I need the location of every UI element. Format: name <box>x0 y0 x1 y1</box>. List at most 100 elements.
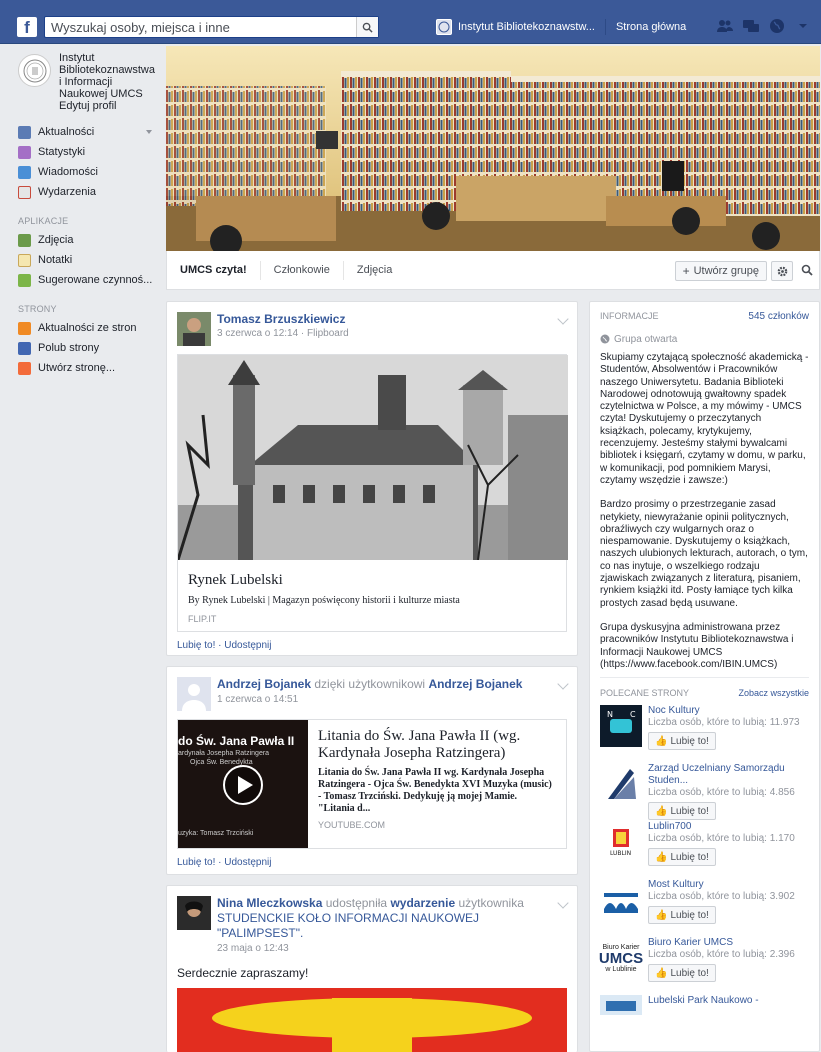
post-body: Serdecznie zapraszamy! <box>177 966 309 980</box>
page-name-link[interactable]: Biuro Karier UMCS <box>648 937 795 949</box>
page-name-link[interactable]: Zarząd Uczelniany Samorządu Studen... <box>648 763 809 787</box>
chevron-down-icon[interactable] <box>146 130 152 134</box>
profile-name[interactable]: Instytut Bibliotekoznawstwa i Informacji… <box>59 52 155 100</box>
top-bar: f Instytut Bibliotekoznawstw... Strona g… <box>0 0 821 44</box>
event-organizer-link[interactable]: STUDENCKIE KOŁO INFORMACJI NAUKOWEJ "PAL… <box>217 911 557 941</box>
like-page-button[interactable]: 👍 Lubię to! <box>648 848 716 867</box>
post-actions[interactable]: Lubię to! · Udostępnij <box>167 632 577 659</box>
shared-video[interactable]: do Św. Jana Pawła II ardynała Josepha Ra… <box>177 719 567 849</box>
see-all-link[interactable]: Zobacz wszystkie <box>738 688 809 705</box>
gear-icon <box>777 266 787 276</box>
sidebar-item-suggested[interactable]: Sugerowane czynnoś... <box>18 270 158 290</box>
svg-text:N: N <box>607 710 613 719</box>
sidebar-item-news[interactable]: Aktualności <box>18 122 158 142</box>
home-link[interactable]: Strona główna <box>616 21 686 33</box>
search-group-icon[interactable] <box>801 264 813 276</box>
chevron-down-icon[interactable] <box>557 313 569 325</box>
plus-icon: + <box>682 264 690 278</box>
post-card: Nina Mleczkowska udostępniła wydarzenie … <box>166 885 578 1052</box>
post-author[interactable]: Tomasz Brzuszkiewicz <box>217 312 349 326</box>
info-title: INFORMACJE <box>600 311 659 321</box>
friend-requests-icon[interactable] <box>716 17 734 35</box>
cover-photo[interactable] <box>166 46 820 251</box>
notes-icon <box>18 253 31 267</box>
event-image[interactable] <box>177 988 567 1052</box>
tab-group-name[interactable]: UMCS czyta! <box>167 261 260 280</box>
post-via-author[interactable]: Andrzej Bojanek <box>428 677 522 691</box>
post-header-text: Nina Mleczkowska udostępniła wydarzenie … <box>217 896 557 941</box>
settings-chevron-icon[interactable] <box>794 17 812 35</box>
profile-link[interactable]: Instytut Bibliotekoznawstw... <box>458 21 595 33</box>
messages-icon[interactable] <box>742 17 760 35</box>
post-author[interactable]: Andrzej Bojanek <box>217 677 311 691</box>
post-user-text: użytkownika <box>458 896 524 910</box>
chevron-down-icon[interactable] <box>557 678 569 690</box>
video-thumbnail[interactable]: do Św. Jana Pawła II ardynała Josepha Ra… <box>178 720 308 848</box>
post-header: Andrzej Bojanek dzięki użytkownikowi And… <box>167 667 577 711</box>
description-paragraph: Grupa dyskusyjna administrowana przez pr… <box>600 621 794 670</box>
most-kultury-logo[interactable] <box>600 879 642 922</box>
avatar[interactable] <box>177 677 211 711</box>
sidebar-item-messages[interactable]: Wiadomości <box>18 162 158 182</box>
sidebar-item-create-page[interactable]: Utwórz stronę... <box>18 358 158 378</box>
sidebar-item-page-news[interactable]: Aktualności ze stron <box>18 318 158 338</box>
samorzad-logo[interactable] <box>600 763 642 806</box>
like-page-button[interactable]: 👍 Lubię to! <box>648 732 716 751</box>
create-group-button[interactable]: + Utwórz grupę <box>674 261 767 281</box>
search-button[interactable] <box>356 17 378 37</box>
like-label: Lubię to! <box>670 909 709 921</box>
like-page-button[interactable]: 👍 Lubię to! <box>648 802 716 821</box>
thumbnail-subtitle: ardynała Josepha Ratzingera <box>178 750 270 757</box>
avatar[interactable] <box>177 896 211 930</box>
sidebar-item-like-pages[interactable]: Polub strony <box>18 338 158 358</box>
sidebar-item-label: Notatki <box>38 254 73 266</box>
shared-link-title[interactable]: Litania do Św. Jana Pawła II (wg. Kardyn… <box>308 720 566 767</box>
tab-members[interactable]: Członkowie <box>259 260 343 280</box>
sidebar-item-label: Aktualności ze stron <box>38 322 137 334</box>
like-page-button[interactable]: 👍 Lubię to! <box>648 906 716 925</box>
page-name-link[interactable]: Most Kultury <box>648 879 795 891</box>
post-actions[interactable]: Lubię to! · Udostępnij <box>167 849 577 876</box>
members-count-link[interactable]: 545 członków <box>748 311 809 322</box>
sidebar-item-photos[interactable]: Zdjęcia <box>18 230 158 250</box>
group-settings-button[interactable] <box>771 261 793 281</box>
institute-logo-icon[interactable] <box>18 54 51 87</box>
lublin700-logo[interactable]: LUBLIN <box>600 821 642 864</box>
event-link[interactable]: wydarzenie <box>390 896 455 910</box>
park-naukowy-logo[interactable] <box>600 995 642 1016</box>
avatar[interactable] <box>177 312 211 346</box>
play-icon[interactable] <box>222 764 264 806</box>
logo-text: UMCS <box>598 949 644 967</box>
profile-block: Instytut Bibliotekoznawstwa i Informacji… <box>18 52 158 122</box>
shared-link-title[interactable]: Rynek Lubelski <box>178 560 566 595</box>
like-label: Lubię to! <box>670 967 709 979</box>
globe-notifications-icon[interactable] <box>768 17 786 35</box>
biuro-karier-logo[interactable]: Biuro Karier UMCS w Lublinie <box>598 937 644 980</box>
sidebar-item-label: Polub strony <box>38 342 100 354</box>
sidebar-item-events[interactable]: Wydarzenia <box>18 182 158 202</box>
group-info-panel: INFORMACJE 545 członków Grupa otwarta Sk… <box>589 301 820 1052</box>
notification-icons <box>716 17 812 35</box>
noc-kultury-logo[interactable]: NC <box>600 705 642 748</box>
megaphone-icon <box>18 321 31 335</box>
logo-text: w Lublinie <box>605 965 637 973</box>
page-name-link[interactable]: Lublin700 <box>648 821 795 833</box>
thumbs-up-icon <box>18 341 31 355</box>
shared-link[interactable]: Rynek Lubelski By Rynek Lubelski | Magaz… <box>177 354 568 632</box>
post-author[interactable]: Nina Mleczkowska <box>217 896 322 910</box>
page-likes-count: Liczba osób, które to lubią: 4.856 <box>648 787 795 799</box>
sidebar-item-label: Sugerowane czynnoś... <box>38 274 153 286</box>
post-card: Tomasz Brzuszkiewicz 3 czerwca o 12:14 ·… <box>166 301 578 656</box>
facebook-logo-icon[interactable]: f <box>17 17 37 37</box>
chevron-down-icon[interactable] <box>557 897 569 909</box>
edit-profile-link[interactable]: Edytuj profil <box>59 100 155 112</box>
page-name-link[interactable]: Lubelski Park Naukowo - <box>648 995 759 1007</box>
page-name-link[interactable]: Noc Kultury <box>648 705 800 717</box>
calendar-icon <box>18 185 31 199</box>
sidebar-item-stats[interactable]: Statystyki <box>18 142 158 162</box>
profile-avatar-icon[interactable] <box>436 19 452 35</box>
search-input[interactable] <box>45 17 345 37</box>
sidebar-item-notes[interactable]: Notatki <box>18 250 158 270</box>
tab-photos[interactable]: Zdjęcia <box>342 260 405 280</box>
like-page-button[interactable]: 👍 Lubię to! <box>648 964 716 983</box>
